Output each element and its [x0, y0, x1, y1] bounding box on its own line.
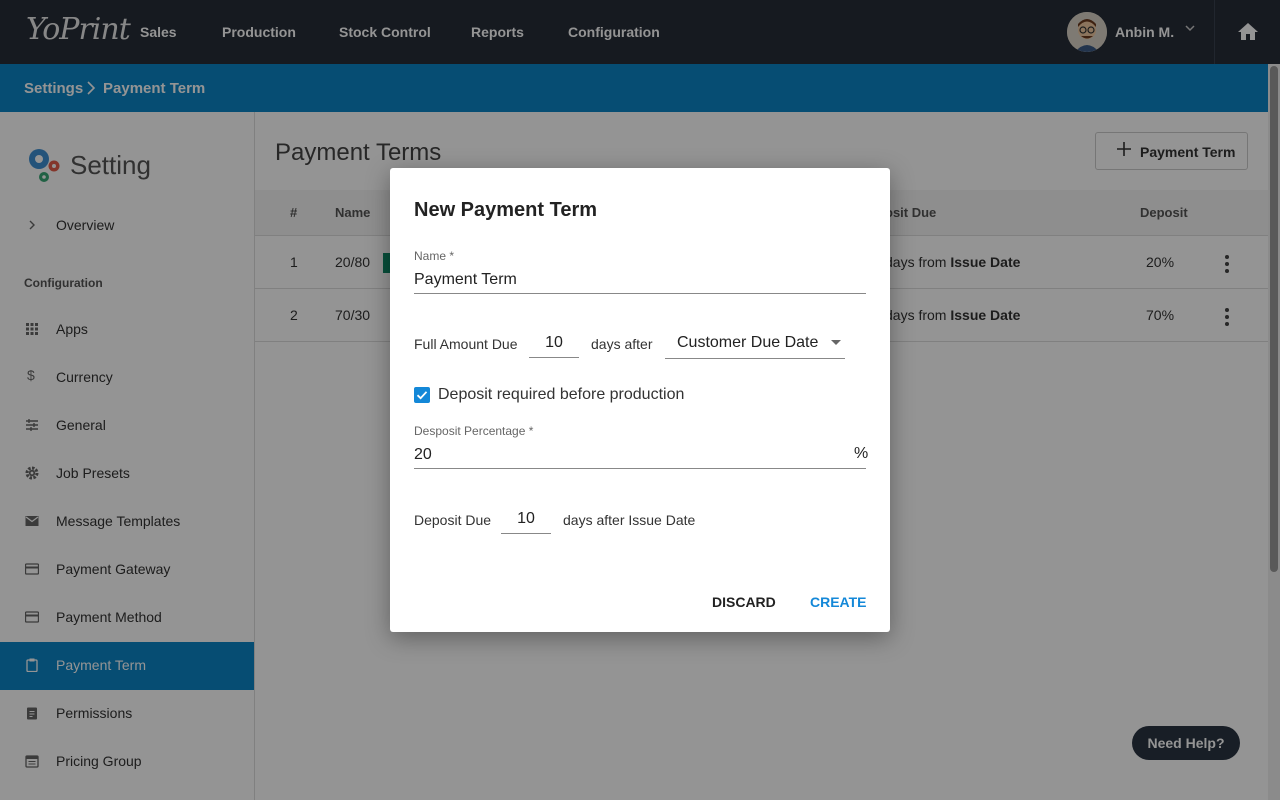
create-button[interactable]: CREATE [810, 594, 867, 610]
caret-down-icon [831, 340, 841, 345]
deposit-required-label[interactable]: Deposit required before production [438, 386, 684, 404]
deposit-required-checkbox[interactable] [414, 387, 430, 403]
discard-button[interactable]: DISCARD [712, 594, 776, 610]
name-field-label: Name * [414, 249, 455, 263]
deposit-percentage-input[interactable] [414, 441, 866, 469]
dialog-title: New Payment Term [414, 199, 598, 221]
due-basis-value: Customer Due Date [677, 334, 819, 351]
deposit-due-days-input[interactable] [501, 504, 551, 534]
percent-suffix: % [854, 445, 869, 462]
due-basis-select[interactable]: Customer Due Date [665, 329, 845, 359]
full-amount-due-label: Full Amount Due [414, 336, 518, 352]
full-due-days-input[interactable] [529, 329, 579, 358]
deposit-due-label: Deposit Due [414, 512, 492, 528]
check-icon [416, 391, 428, 400]
new-payment-term-dialog: New Payment Term Name * Full Amount Due … [390, 168, 890, 632]
deposit-due-suffix: days after Issue Date [563, 512, 696, 528]
name-field[interactable] [414, 267, 866, 294]
deposit-percentage-label: Desposit Percentage * [414, 424, 534, 438]
days-after-label: days after [591, 336, 653, 352]
